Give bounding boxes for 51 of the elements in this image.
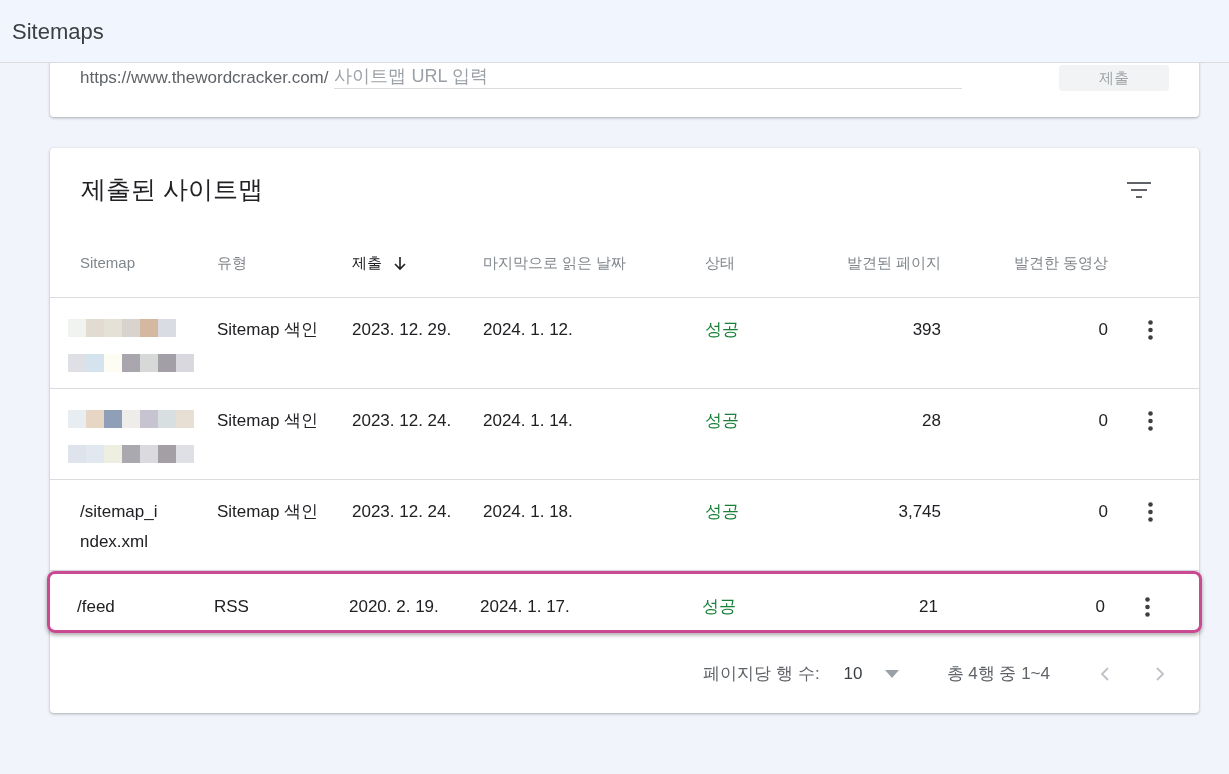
more-options-icon[interactable] <box>1145 596 1150 617</box>
sitemap-url-field[interactable]: 사이트맵 URL 입력 <box>334 65 963 89</box>
page-title: Sitemaps <box>12 17 104 46</box>
column-header[interactable]: 유형 <box>217 252 247 275</box>
table-row[interactable]: Sitemap 색인 2023. 12. 29. 2024. 1. 12. 성공 393 0 <box>50 298 1199 390</box>
sitemap-path[interactable]: /feed <box>77 591 157 622</box>
more-options-icon[interactable] <box>1148 411 1153 432</box>
column-header[interactable]: 제출 <box>352 252 382 275</box>
video-count: 0 <box>1098 411 1108 431</box>
page-count: 3,745 <box>898 501 941 521</box>
url-prefix: https://www.thewordcracker.com/ <box>80 67 329 89</box>
more-options-icon[interactable] <box>1148 320 1153 341</box>
date-text: 2023. 12. 24. <box>352 411 452 431</box>
sitemap-type: Sitemap 색인 <box>217 501 319 521</box>
column-header[interactable]: 발견된 페이지 <box>846 252 941 275</box>
rows-per-page-select[interactable]: 10 <box>843 661 899 687</box>
date-text: 2023. 12. 24. <box>352 501 452 521</box>
date-text: 2024. 1. 17. <box>480 596 570 616</box>
column-header[interactable]: 발견한 동영상 <box>1013 252 1108 275</box>
page-count: 28 <box>922 411 941 431</box>
column-header[interactable]: 상태 <box>705 252 735 275</box>
video-count: 0 <box>1095 596 1105 616</box>
date-text: 2023. 12. 29. <box>352 320 452 340</box>
date-text: 2020. 2. 19. <box>349 596 439 616</box>
table-row[interactable]: /sitemap_index.xml Sitemap 색인 2023. 12. 24. 2024. 1. 18. 성공 3,745 0 <box>50 479 1199 571</box>
status-text: 성공 <box>702 596 736 616</box>
video-count: 0 <box>1098 501 1108 521</box>
sitemap-type: RSS <box>214 596 249 616</box>
status-text: 성공 <box>705 411 739 431</box>
column-header[interactable]: 마지막으로 읽은 날짜 <box>483 252 627 275</box>
date-text: 2024. 1. 14. <box>483 411 573 431</box>
page-count: 393 <box>912 320 941 340</box>
sitemap-type: Sitemap 색인 <box>217 320 319 340</box>
sitemap-path[interactable]: /sitemap_index.xml <box>80 496 160 557</box>
table-row[interactable]: Sitemap 색인 2023. 12. 24. 2024. 1. 14. 성공 28 0 <box>50 389 1199 480</box>
table-row[interactable]: /feed RSS 2020. 2. 19. 2024. 1. 17. 성공 21 0 <box>47 570 1202 634</box>
filter-icon[interactable] <box>1127 180 1151 199</box>
status-text: 성공 <box>705 320 739 340</box>
card-title: 제출된 사이트맵 <box>81 174 263 206</box>
sitemap-type: Sitemap 색인 <box>217 411 319 431</box>
date-text: 2024. 1. 12. <box>483 320 573 340</box>
status-text: 성공 <box>705 501 739 521</box>
column-header[interactable]: Sitemap <box>80 252 136 275</box>
page-range: 총 4행 중 1~4 <box>946 663 1050 686</box>
dropdown-icon[interactable] <box>884 670 899 679</box>
arrow-down-icon[interactable] <box>394 256 406 271</box>
page-count: 21 <box>919 596 938 616</box>
more-options-icon[interactable] <box>1148 501 1153 522</box>
date-text: 2024. 1. 18. <box>483 501 573 521</box>
rows-per-page-label: 페이지당 행 수: <box>703 663 820 686</box>
video-count: 0 <box>1098 320 1108 340</box>
